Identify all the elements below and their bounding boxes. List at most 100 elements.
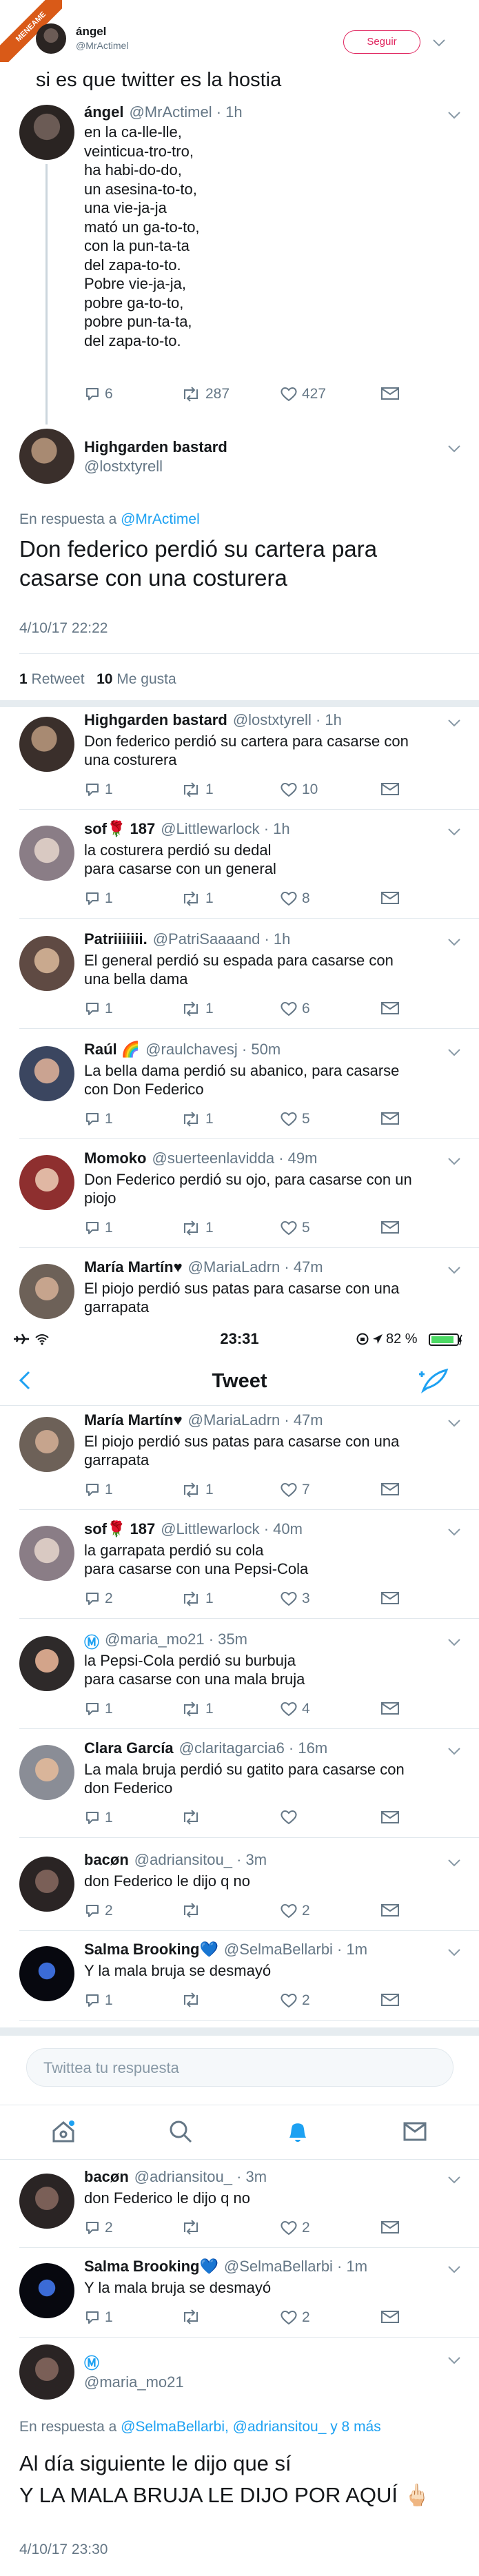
avatar[interactable] — [19, 1264, 74, 1319]
retweets-label[interactable]: Retweet — [32, 671, 85, 687]
chevron-down-icon[interactable] — [447, 1047, 462, 1057]
chevron-down-icon[interactable] — [447, 2175, 462, 2185]
avatar[interactable] — [19, 1417, 74, 1472]
reply-action[interactable]: 2 — [84, 1591, 113, 1607]
avatar[interactable] — [19, 105, 74, 160]
tweet-author[interactable]: Salma Brooking💙 — [84, 2258, 218, 2276]
retweet-action[interactable]: 1 — [181, 1482, 214, 1498]
tweet-author[interactable]: bacøn — [84, 2168, 129, 2186]
chevron-down-icon[interactable] — [447, 1265, 462, 1275]
chevron-down-icon[interactable] — [447, 1418, 462, 1428]
reply-action[interactable]: 1 — [84, 1810, 113, 1826]
search-icon[interactable] — [168, 2119, 193, 2144]
tweet-author[interactable]: Momoko — [84, 1149, 146, 1167]
reply-input[interactable]: Twittea tu respuesta — [26, 2048, 453, 2087]
chevron-down-icon[interactable] — [447, 718, 462, 728]
chevron-down-icon[interactable] — [447, 110, 462, 120]
reply-action[interactable]: 1 — [84, 1992, 113, 2009]
retweet-action[interactable] — [181, 1903, 205, 1918]
tweet-author[interactable]: Highgarden bastard — [84, 711, 227, 729]
chevron-down-icon[interactable] — [447, 1156, 462, 1166]
message-action[interactable] — [380, 1591, 400, 1606]
reply-action[interactable]: 1 — [84, 2309, 113, 2326]
home-icon[interactable] — [51, 2119, 76, 2144]
retweet-action[interactable]: 1 — [181, 1591, 214, 1607]
like-action[interactable]: 3 — [280, 1591, 310, 1607]
chevron-down-icon[interactable] — [447, 1858, 462, 1868]
likes-label[interactable]: Me gusta — [116, 671, 176, 687]
message-action[interactable] — [380, 781, 400, 797]
message-action[interactable] — [380, 1810, 400, 1825]
avatar[interactable] — [36, 23, 66, 54]
message-action[interactable] — [380, 1111, 400, 1126]
chevron-down-icon[interactable] — [447, 444, 462, 453]
chevron-down-icon[interactable] — [447, 1527, 462, 1537]
reply-to-link[interactable]: @SelmaBellarbi, @adriansitou_ y 8 más — [121, 2419, 381, 2435]
chevron-down-icon[interactable] — [447, 1746, 462, 1756]
retweet-action[interactable]: 1 — [181, 1220, 214, 1236]
retweet-action[interactable]: 1 — [181, 1701, 214, 1717]
message-action[interactable] — [380, 2309, 400, 2324]
message-action[interactable] — [380, 1701, 400, 1716]
reply-action[interactable]: 2 — [84, 1903, 113, 1919]
reply-action[interactable]: 1 — [84, 1701, 113, 1717]
tweet-author[interactable]: sof🌹 187 — [84, 1520, 155, 1538]
avatar[interactable] — [19, 826, 74, 881]
message-action[interactable] — [380, 386, 400, 401]
tweet-author[interactable]: María Martín♥ — [84, 1411, 183, 1429]
like-action[interactable]: 4 — [280, 1701, 310, 1717]
message-action[interactable] — [380, 2220, 400, 2235]
avatar[interactable] — [19, 1857, 74, 1912]
follow-button[interactable]: Seguir — [343, 30, 420, 54]
tweet-author[interactable]: Clara García — [84, 1739, 174, 1757]
like-action[interactable]: 427 — [280, 386, 326, 402]
avatar[interactable] — [19, 2263, 74, 2318]
chevron-down-icon[interactable] — [447, 827, 462, 837]
retweet-action[interactable]: 1 — [181, 781, 214, 798]
retweet-action[interactable] — [181, 2309, 205, 2324]
reply-action[interactable]: 1 — [84, 781, 113, 798]
avatar[interactable] — [19, 2174, 74, 2229]
like-action[interactable]: 10 — [280, 781, 318, 798]
tweet-author[interactable]: bacøn — [84, 1851, 129, 1869]
chevron-down-icon[interactable] — [447, 1948, 462, 1957]
avatar[interactable] — [19, 1946, 74, 2001]
like-action[interactable]: 2 — [280, 2220, 310, 2236]
reply-action[interactable]: 2 — [84, 2220, 113, 2236]
message-action[interactable] — [380, 1992, 400, 2007]
retweet-action[interactable] — [181, 2220, 205, 2235]
reply-action[interactable]: 1 — [84, 1001, 113, 1017]
tweet-author[interactable]: sof🌹 187 — [84, 820, 155, 838]
tweet-author[interactable]: Raúl 🌈 — [84, 1041, 140, 1059]
retweet-action[interactable]: 287 — [181, 386, 230, 402]
reply-to-link[interactable]: @MrActimel — [121, 511, 200, 527]
chevron-down-icon[interactable] — [431, 38, 447, 48]
chevron-down-icon[interactable] — [447, 2355, 462, 2365]
like-action[interactable]: 2 — [280, 1903, 310, 1919]
avatar[interactable] — [19, 1155, 74, 1210]
messages-icon[interactable] — [402, 2120, 427, 2143]
avatar[interactable] — [19, 1745, 74, 1800]
like-action[interactable]: 5 — [280, 1111, 310, 1127]
reply-action[interactable]: 1 — [84, 1220, 113, 1236]
notifications-icon[interactable] — [285, 2118, 310, 2145]
reply-action[interactable]: 6 — [84, 386, 113, 402]
chevron-down-icon[interactable] — [447, 1637, 462, 1647]
avatar[interactable] — [19, 2344, 74, 2400]
avatar[interactable] — [19, 429, 74, 484]
tweet-author[interactable]: ángel — [84, 103, 123, 121]
final-tweet-author[interactable]: Ⓜ — [84, 2351, 99, 2373]
avatar[interactable] — [19, 1636, 74, 1691]
message-action[interactable] — [380, 890, 400, 906]
message-action[interactable] — [380, 1220, 400, 1235]
like-action[interactable]: 2 — [280, 2309, 310, 2326]
retweet-action[interactable]: 1 — [181, 1001, 214, 1017]
avatar[interactable] — [19, 936, 74, 991]
retweet-action[interactable]: 1 — [181, 890, 214, 907]
tweet-author[interactable]: María Martín♥ — [84, 1258, 183, 1276]
message-action[interactable] — [380, 1482, 400, 1497]
avatar[interactable] — [19, 1046, 74, 1101]
reply-action[interactable]: 1 — [84, 890, 113, 907]
reply-action[interactable]: 1 — [84, 1482, 113, 1498]
tweet-author[interactable]: Salma Brooking💙 — [84, 1941, 218, 1959]
